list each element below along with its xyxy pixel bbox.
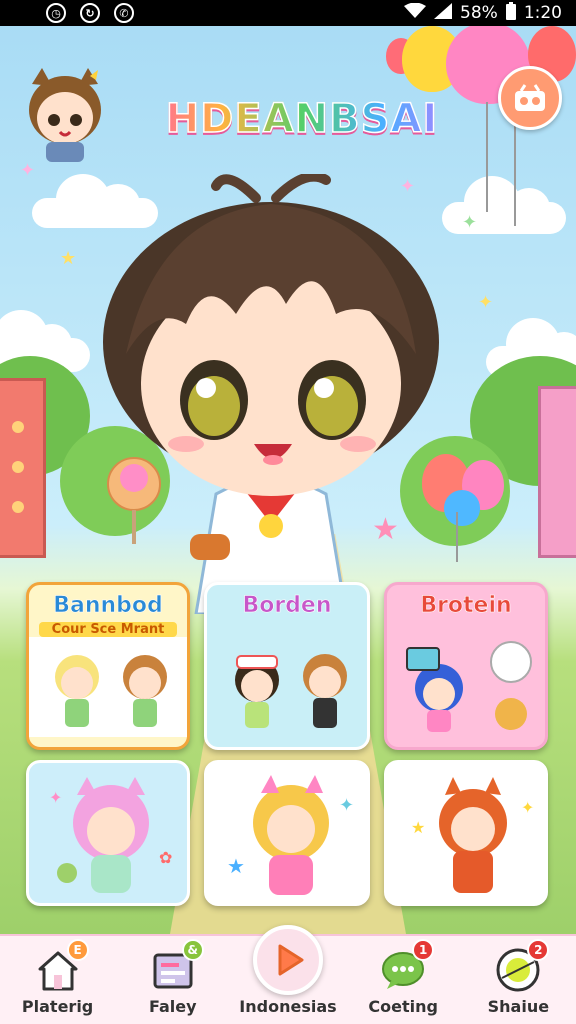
card-subtitle: Cour Sce Mrant: [39, 622, 177, 637]
balloon-string: [486, 102, 488, 212]
nav-item-faley[interactable]: & Faley: [118, 939, 228, 1016]
mode-card-1[interactable]: Bannbod Cour Sce Mrant: [26, 582, 190, 750]
signal-icon: [434, 2, 453, 24]
card-characters: ✦ ✿: [49, 777, 172, 893]
nav-item-coeting[interactable]: 1 Coeting: [348, 939, 458, 1016]
mode-card-3[interactable]: Brotein: [384, 582, 548, 750]
gift-icon: 2: [493, 939, 550, 995]
player-avatar[interactable]: [20, 64, 110, 162]
alarm-icon: ◷: [46, 3, 66, 23]
card-title: Brotein: [420, 593, 512, 619]
sparkle-icon: ✦: [478, 292, 494, 313]
nav-label: Coeting: [368, 997, 438, 1016]
balloon-string: [456, 512, 458, 562]
card-characters: ★ ✦: [227, 775, 354, 895]
calendar-icon: &: [148, 939, 204, 995]
nav-label: Faley: [149, 997, 197, 1016]
play-icon: [278, 944, 304, 976]
svg-text:✦: ✦: [339, 795, 354, 816]
home-icon: E: [33, 939, 89, 995]
building-right: [538, 386, 576, 558]
svg-text:✦: ✦: [49, 788, 62, 807]
bottom-nav: E Platerig & Faley Indonesias 1 Coeting …: [0, 925, 576, 1024]
sparkle-icon: ★: [60, 248, 77, 269]
nav-item-shaiue[interactable]: 2 Shaiue: [463, 939, 573, 1016]
game-logo: HDEANBSAI: [142, 86, 462, 152]
card-characters: [406, 641, 532, 732]
svg-text:✿: ✿: [159, 848, 172, 867]
card-characters: [29, 637, 187, 737]
shop-icon: [515, 84, 545, 111]
main-character: [103, 174, 439, 614]
mode-card-2[interactable]: Borden: [204, 582, 370, 750]
clock: 1:20: [523, 3, 562, 23]
sync-icon: ↻: [80, 3, 100, 23]
nav-label: Indonesias: [239, 997, 337, 1016]
nav-label: Shaiue: [487, 997, 550, 1016]
battery-percent: 58%: [460, 3, 498, 23]
game-scene: ★ ✦ ✦ ✦ ✦ ★ HDEANBSAI Bannbod Cour Sce M…: [0, 26, 576, 934]
nav-item-platerig[interactable]: E Platerig: [3, 939, 113, 1016]
nav-badge: 1: [412, 939, 435, 961]
card-characters: [235, 654, 347, 728]
play-button[interactable]: [252, 925, 323, 995]
mode-card-6[interactable]: ★ ✦: [384, 760, 548, 906]
mode-card-4[interactable]: ✦ ✿: [26, 760, 190, 906]
nav-badge: &: [181, 939, 204, 961]
nav-label: Platerig: [21, 997, 94, 1016]
card-title: Borden: [242, 593, 332, 619]
shop-button[interactable]: [498, 66, 562, 130]
building-left: [0, 378, 46, 558]
card-title: Bannbod: [53, 593, 163, 619]
card-characters: ★ ✦: [411, 777, 534, 893]
heart-balloon: [444, 490, 480, 526]
chat-icon: 1: [378, 939, 435, 995]
status-left-icons: ◷ ↻ ✆: [46, 3, 134, 23]
mode-card-5[interactable]: ★ ✦: [204, 760, 370, 906]
whatsapp-icon: ✆: [114, 3, 134, 23]
cloud: [442, 176, 566, 234]
sparkle-icon: ✦: [462, 212, 478, 233]
status-right: 58% 1:20: [404, 1, 562, 25]
svg-text:★: ★: [227, 854, 245, 878]
sparkle-icon: ✦: [20, 160, 36, 181]
svg-text:✦: ✦: [521, 798, 534, 817]
svg-text:★: ★: [411, 818, 425, 837]
nav-item-indonesias[interactable]: Indonesias: [233, 925, 343, 1016]
status-bar: ◷ ↻ ✆ 58% 1:20: [0, 0, 576, 26]
nav-badge: 2: [527, 939, 550, 961]
wifi-icon: [404, 2, 427, 24]
nav-badge: E: [66, 939, 89, 961]
battery-icon: [505, 1, 516, 25]
